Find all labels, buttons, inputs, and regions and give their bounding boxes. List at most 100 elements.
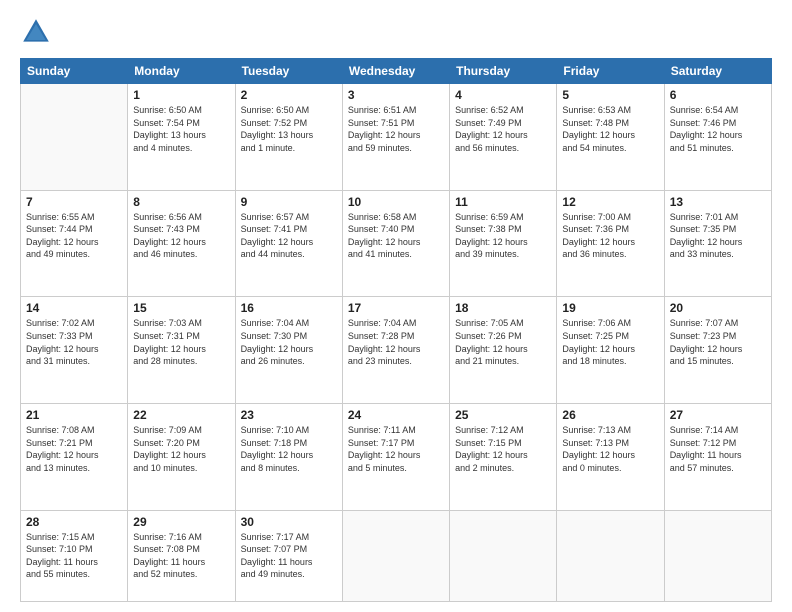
calendar-cell <box>450 510 557 601</box>
day-info: Sunrise: 6:59 AM Sunset: 7:38 PM Dayligh… <box>455 211 551 261</box>
day-info: Sunrise: 7:05 AM Sunset: 7:26 PM Dayligh… <box>455 317 551 367</box>
day-number: 16 <box>241 301 337 315</box>
calendar-cell: 14Sunrise: 7:02 AM Sunset: 7:33 PM Dayli… <box>21 297 128 404</box>
day-number: 17 <box>348 301 444 315</box>
day-number: 19 <box>562 301 658 315</box>
day-number: 1 <box>133 88 229 102</box>
day-number: 4 <box>455 88 551 102</box>
day-info: Sunrise: 6:58 AM Sunset: 7:40 PM Dayligh… <box>348 211 444 261</box>
day-number: 21 <box>26 408 122 422</box>
calendar-cell: 20 Sunrise: 7:07 AM Sunset: 7:23 PM Dayli… <box>664 297 771 404</box>
day-info: Sunrise: 7:13 AM Sunset: 7:13 PM Dayligh… <box>562 424 658 474</box>
calendar-cell: 9Sunrise: 6:57 AM Sunset: 7:41 PM Daylig… <box>235 190 342 297</box>
calendar-cell: 24 Sunrise: 7:11 AM Sunset: 7:17 PM Dayli… <box>342 403 449 510</box>
day-info: Sunrise: 6:52 AM Sunset: 7:49 PM Dayligh… <box>455 104 551 154</box>
calendar-cell: 10 Sunrise: 6:58 AM Sunset: 7:40 PM Dayli… <box>342 190 449 297</box>
day-info: Sunrise: 6:56 AM Sunset: 7:43 PM Dayligh… <box>133 211 229 261</box>
day-number: 5 <box>562 88 658 102</box>
day-number: 20 <box>670 301 766 315</box>
calendar-header-row: SundayMondayTuesdayWednesdayThursdayFrid… <box>21 59 772 84</box>
calendar-cell: 16 Sunrise: 7:04 AM Sunset: 7:30 PM Dayli… <box>235 297 342 404</box>
day-info: Sunrise: 6:53 AM Sunset: 7:48 PM Dayligh… <box>562 104 658 154</box>
day-info: Sunrise: 6:51 AM Sunset: 7:51 PM Dayligh… <box>348 104 444 154</box>
day-number: 14 <box>26 301 122 315</box>
calendar-cell: 5 Sunrise: 6:53 AM Sunset: 7:48 PM Daylig… <box>557 84 664 191</box>
calendar-cell <box>664 510 771 601</box>
day-number: 18 <box>455 301 551 315</box>
calendar-cell: 19 Sunrise: 7:06 AM Sunset: 7:25 PM Dayli… <box>557 297 664 404</box>
day-number: 8 <box>133 195 229 209</box>
day-number: 11 <box>455 195 551 209</box>
calendar-cell: 12 Sunrise: 7:00 AM Sunset: 7:36 PM Dayli… <box>557 190 664 297</box>
day-number: 25 <box>455 408 551 422</box>
weekday-header-sunday: Sunday <box>21 59 128 84</box>
day-number: 13 <box>670 195 766 209</box>
calendar-cell: 6 Sunrise: 6:54 AM Sunset: 7:46 PM Daylig… <box>664 84 771 191</box>
logo <box>20 16 56 48</box>
calendar-cell: 7 Sunrise: 6:55 AM Sunset: 7:44 PM Daylig… <box>21 190 128 297</box>
calendar-cell: 17 Sunrise: 7:04 AM Sunset: 7:28 PM Dayli… <box>342 297 449 404</box>
day-info: Sunrise: 6:50 AM Sunset: 7:54 PM Dayligh… <box>133 104 229 154</box>
weekday-header-wednesday: Wednesday <box>342 59 449 84</box>
day-number: 3 <box>348 88 444 102</box>
day-info: Sunrise: 7:04 AM Sunset: 7:28 PM Dayligh… <box>348 317 444 367</box>
day-info: Sunrise: 7:16 AM Sunset: 7:08 PM Dayligh… <box>133 531 229 581</box>
day-number: 27 <box>670 408 766 422</box>
day-info: Sunrise: 7:15 AM Sunset: 7:10 PM Dayligh… <box>26 531 122 581</box>
calendar-cell: 11 Sunrise: 6:59 AM Sunset: 7:38 PM Dayli… <box>450 190 557 297</box>
calendar-cell <box>557 510 664 601</box>
calendar-week-row: 28Sunrise: 7:15 AM Sunset: 7:10 PM Dayli… <box>21 510 772 601</box>
page: SundayMondayTuesdayWednesdayThursdayFrid… <box>0 0 792 612</box>
weekday-header-thursday: Thursday <box>450 59 557 84</box>
weekday-header-monday: Monday <box>128 59 235 84</box>
calendar-cell: 28Sunrise: 7:15 AM Sunset: 7:10 PM Dayli… <box>21 510 128 601</box>
day-number: 6 <box>670 88 766 102</box>
day-info: Sunrise: 7:06 AM Sunset: 7:25 PM Dayligh… <box>562 317 658 367</box>
day-number: 12 <box>562 195 658 209</box>
calendar-cell: 23 Sunrise: 7:10 AM Sunset: 7:18 PM Dayli… <box>235 403 342 510</box>
calendar-week-row: 1 Sunrise: 6:50 AM Sunset: 7:54 PM Daylig… <box>21 84 772 191</box>
day-info: Sunrise: 7:14 AM Sunset: 7:12 PM Dayligh… <box>670 424 766 474</box>
calendar-cell: 3 Sunrise: 6:51 AM Sunset: 7:51 PM Daylig… <box>342 84 449 191</box>
day-info: Sunrise: 6:54 AM Sunset: 7:46 PM Dayligh… <box>670 104 766 154</box>
day-number: 10 <box>348 195 444 209</box>
weekday-header-saturday: Saturday <box>664 59 771 84</box>
calendar-cell: 2 Sunrise: 6:50 AM Sunset: 7:52 PM Daylig… <box>235 84 342 191</box>
day-number: 7 <box>26 195 122 209</box>
day-info: Sunrise: 7:08 AM Sunset: 7:21 PM Dayligh… <box>26 424 122 474</box>
calendar-cell: 26 Sunrise: 7:13 AM Sunset: 7:13 PM Dayli… <box>557 403 664 510</box>
day-number: 29 <box>133 515 229 529</box>
calendar-week-row: 7 Sunrise: 6:55 AM Sunset: 7:44 PM Daylig… <box>21 190 772 297</box>
day-info: Sunrise: 7:03 AM Sunset: 7:31 PM Dayligh… <box>133 317 229 367</box>
calendar-cell: 29 Sunrise: 7:16 AM Sunset: 7:08 PM Dayli… <box>128 510 235 601</box>
day-number: 30 <box>241 515 337 529</box>
day-info: Sunrise: 7:00 AM Sunset: 7:36 PM Dayligh… <box>562 211 658 261</box>
calendar-cell: 25 Sunrise: 7:12 AM Sunset: 7:15 PM Dayli… <box>450 403 557 510</box>
day-info: Sunrise: 7:01 AM Sunset: 7:35 PM Dayligh… <box>670 211 766 261</box>
day-info: Sunrise: 7:09 AM Sunset: 7:20 PM Dayligh… <box>133 424 229 474</box>
calendar-week-row: 14Sunrise: 7:02 AM Sunset: 7:33 PM Dayli… <box>21 297 772 404</box>
day-info: Sunrise: 7:12 AM Sunset: 7:15 PM Dayligh… <box>455 424 551 474</box>
day-info: Sunrise: 6:50 AM Sunset: 7:52 PM Dayligh… <box>241 104 337 154</box>
weekday-header-tuesday: Tuesday <box>235 59 342 84</box>
day-info: Sunrise: 7:07 AM Sunset: 7:23 PM Dayligh… <box>670 317 766 367</box>
day-number: 23 <box>241 408 337 422</box>
day-info: Sunrise: 7:04 AM Sunset: 7:30 PM Dayligh… <box>241 317 337 367</box>
calendar-cell: 18 Sunrise: 7:05 AM Sunset: 7:26 PM Dayli… <box>450 297 557 404</box>
day-info: Sunrise: 6:57 AM Sunset: 7:41 PM Dayligh… <box>241 211 337 261</box>
calendar-week-row: 21 Sunrise: 7:08 AM Sunset: 7:21 PM Dayli… <box>21 403 772 510</box>
day-number: 2 <box>241 88 337 102</box>
calendar-cell <box>342 510 449 601</box>
calendar-cell: 1 Sunrise: 6:50 AM Sunset: 7:54 PM Daylig… <box>128 84 235 191</box>
day-info: Sunrise: 7:17 AM Sunset: 7:07 PM Dayligh… <box>241 531 337 581</box>
day-info: Sunrise: 7:11 AM Sunset: 7:17 PM Dayligh… <box>348 424 444 474</box>
day-info: Sunrise: 7:10 AM Sunset: 7:18 PM Dayligh… <box>241 424 337 474</box>
calendar-cell: 30 Sunrise: 7:17 AM Sunset: 7:07 PM Dayli… <box>235 510 342 601</box>
day-number: 26 <box>562 408 658 422</box>
calendar-cell: 21 Sunrise: 7:08 AM Sunset: 7:21 PM Dayli… <box>21 403 128 510</box>
calendar-cell: 15Sunrise: 7:03 AM Sunset: 7:31 PM Dayli… <box>128 297 235 404</box>
day-number: 24 <box>348 408 444 422</box>
calendar-cell: 13 Sunrise: 7:01 AM Sunset: 7:35 PM Dayli… <box>664 190 771 297</box>
calendar-cell <box>21 84 128 191</box>
day-info: Sunrise: 6:55 AM Sunset: 7:44 PM Dayligh… <box>26 211 122 261</box>
